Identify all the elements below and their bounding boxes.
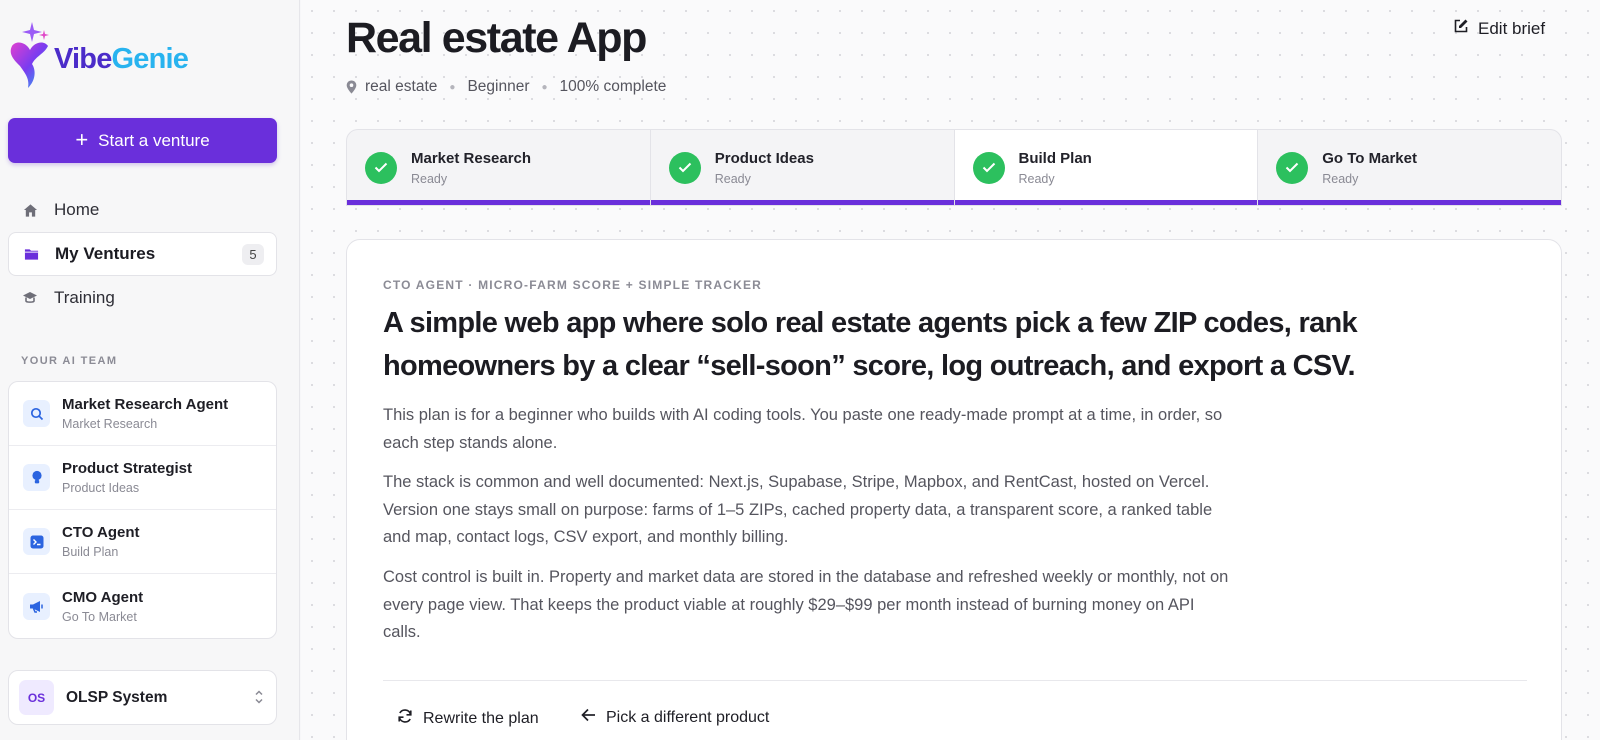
agent-item-market-research[interactable]: Market Research Agent Market Research (9, 382, 276, 446)
nav-item-my-ventures[interactable]: My Ventures 5 (8, 232, 277, 276)
agent-name: Product Strategist (62, 460, 193, 477)
step-title: Market Research (411, 149, 532, 167)
agent-role: Market Research (62, 417, 158, 431)
lightbulb-icon (23, 464, 50, 491)
nav-item-home[interactable]: Home (8, 188, 277, 232)
brand-name: VibeGenie (54, 42, 189, 75)
check-icon (668, 151, 701, 184)
genie-logo-icon (10, 22, 49, 88)
plan-paragraph-stack: The stack is common and well documented:… (383, 473, 1213, 546)
rewrite-plan-label: Rewrite the plan (423, 709, 539, 727)
brand-logo[interactable]: VibeGenie (6, 20, 206, 92)
agent-item-cmo[interactable]: CMO Agent Go To Market (9, 574, 276, 638)
agent-role: Go To Market (62, 609, 137, 624)
plan-paragraph-cost: Cost control is built in. Property and m… (383, 568, 1229, 641)
venture-industry: real estate (365, 78, 438, 95)
agent-name: Market Research Agent (62, 396, 229, 413)
pick-different-product-button[interactable]: Pick a different product (581, 708, 769, 727)
step-title: Build Plan (1018, 149, 1092, 167)
build-plan-card: CTO AGENT · MICRO-FARM SCORE + SIMPLE TR… (346, 239, 1562, 740)
nav-label: Home (54, 200, 100, 219)
step-title: Product Ideas (714, 149, 814, 167)
venture-level: Beginner (467, 78, 530, 95)
step-market-research[interactable]: Market Research Ready (347, 130, 651, 205)
plus-icon: + (75, 126, 89, 152)
step-status: Ready (411, 171, 448, 186)
start-venture-label: Start a venture (98, 130, 210, 150)
agent-role: Product Ideas (62, 481, 140, 495)
nav-label: Training (54, 288, 115, 307)
agent-item-cto[interactable]: CTO Agent Build Plan (9, 510, 276, 574)
edit-brief-label: Edit brief (1478, 18, 1546, 38)
step-status: Ready (1322, 171, 1359, 186)
start-venture-button[interactable]: + Start a venture (8, 118, 277, 163)
agent-name: CTO Agent (62, 524, 140, 541)
org-switcher[interactable]: OS OLSP System (8, 670, 277, 725)
refresh-icon (397, 708, 413, 729)
nav-item-training[interactable]: Training (8, 276, 277, 320)
check-icon (1276, 151, 1309, 184)
meta-separator: ● (449, 81, 456, 93)
agent-item-product-strategist[interactable]: Product Strategist Product Ideas (9, 446, 276, 510)
graduation-cap-icon (22, 290, 38, 306)
check-icon (365, 151, 397, 184)
home-icon (22, 202, 38, 218)
agent-role: Build Plan (62, 545, 119, 559)
step-product-ideas[interactable]: Product Ideas Ready (650, 130, 955, 205)
step-status: Ready (1018, 171, 1055, 186)
step-status: Ready (714, 171, 751, 186)
terminal-icon (23, 528, 50, 555)
meta-separator: ● (541, 81, 548, 93)
ai-team-list: Market Research Agent Market Research Pr… (8, 381, 277, 639)
rewrite-plan-button[interactable]: Rewrite the plan (397, 708, 539, 729)
agent-name: CMO Agent (62, 588, 144, 606)
megaphone-icon (23, 592, 50, 620)
page-title: Real estate App (346, 14, 647, 62)
arrow-left-icon (581, 708, 596, 727)
org-name: OLSP System (66, 688, 168, 706)
plan-eyebrow: CTO AGENT · MICRO-FARM SCORE + SIMPLE TR… (383, 278, 763, 292)
nav-label: My Ventures (55, 244, 156, 263)
plan-paragraph-intro: This plan is for a beginner who builds w… (383, 406, 1223, 452)
search-icon (23, 400, 50, 427)
edit-icon (1453, 18, 1469, 39)
ventures-count-badge: 5 (242, 244, 264, 265)
folder-icon (23, 246, 39, 262)
sidebar: VibeGenie + Start a venture Home My Vent… (0, 0, 300, 740)
location-pin-icon (346, 80, 357, 94)
workflow-steps: Market Research Ready Product Ideas Read… (346, 129, 1562, 206)
ai-team-heading: YOUR AI TEAM (21, 355, 118, 367)
step-title: Go To Market (1322, 149, 1417, 167)
step-go-to-market[interactable]: Go To Market Ready (1258, 130, 1561, 205)
venture-meta: real estate ● Beginner ● 100% complete (346, 78, 666, 96)
venture-progress: 100% complete (559, 78, 667, 95)
chevron-up-down-icon (254, 688, 264, 711)
pick-different-product-label: Pick a different product (606, 708, 770, 726)
edit-brief-button[interactable]: Edit brief (1453, 18, 1545, 39)
org-avatar: OS (19, 680, 54, 715)
divider (383, 680, 1527, 681)
step-build-plan[interactable]: Build Plan Ready (954, 130, 1259, 205)
check-icon (972, 151, 1005, 184)
plan-headline: A simple web app where solo real estate … (383, 307, 1358, 382)
